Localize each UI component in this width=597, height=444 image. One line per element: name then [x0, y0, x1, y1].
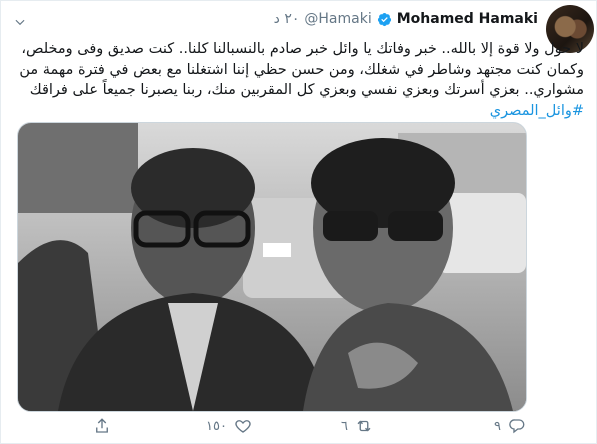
tweet-actions: ١٥٠ ٦ ٩: [1, 413, 596, 439]
like-count: ١٥٠: [206, 418, 227, 434]
tweet-card[interactable]: ٢٠ د @Hamaki Mohamed Hamaki لا حول ولا ق…: [0, 0, 597, 444]
reply-count: ٩: [494, 418, 501, 434]
tweet-photo[interactable]: [17, 122, 527, 412]
share-button[interactable]: [93, 417, 111, 435]
hashtag-link[interactable]: #وائل_المصري: [490, 103, 584, 119]
reply-icon: [509, 419, 525, 434]
retweet-count: ٦: [341, 418, 348, 434]
reply-button[interactable]: ٩: [494, 417, 526, 435]
retweet-icon: [357, 420, 371, 432]
tweet-handle[interactable]: @Hamaki: [304, 11, 371, 27]
like-button[interactable]: ١٥٠: [206, 417, 252, 435]
chevron-down-icon[interactable]: [13, 15, 27, 29]
tweet-text: لا حول ولا قوة إلا بالله.. خبر وفاتك يا …: [19, 39, 584, 121]
verified-badge-icon: [377, 12, 391, 26]
photo-illustration: [18, 123, 526, 411]
share-icon: [96, 418, 108, 433]
author-name[interactable]: Mohamed Hamaki: [397, 11, 538, 27]
like-icon: [235, 420, 251, 433]
retweet-button[interactable]: ٦: [341, 417, 373, 435]
tweet-time[interactable]: ٢٠ د: [274, 11, 300, 27]
tweet-header: ٢٠ د @Hamaki Mohamed Hamaki: [274, 11, 538, 27]
tweet-body: لا حول ولا قوة إلا بالله.. خبر وفاتك يا …: [19, 41, 584, 98]
